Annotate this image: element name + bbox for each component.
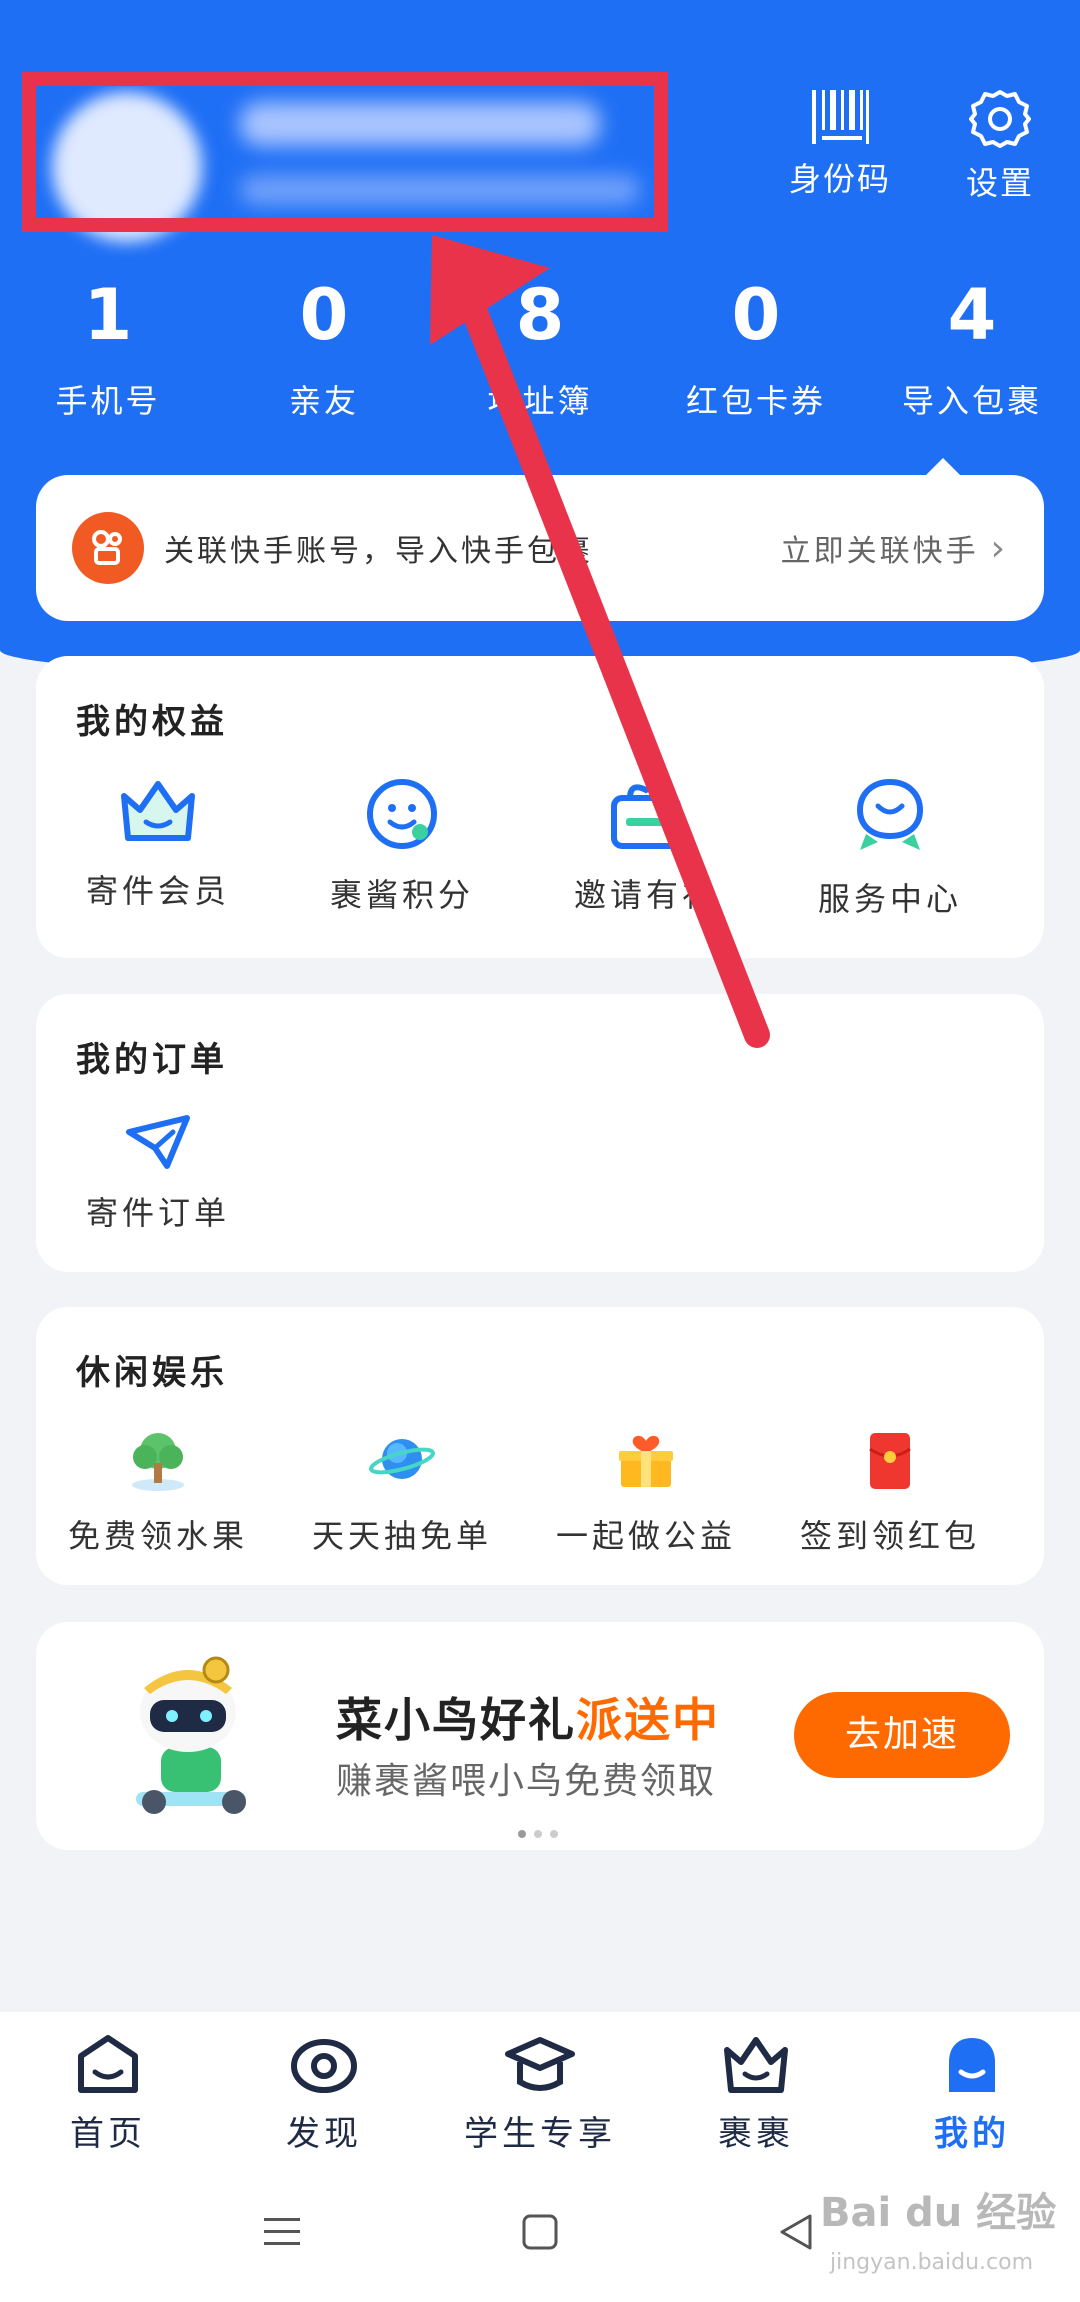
leisure-card: 休闲娱乐 免费领水果 天天抽免单 一起做公益 签到领红包: [36, 1307, 1044, 1585]
leisure-grid: 免费领水果 天天抽免单 一起做公益 签到领红包: [36, 1427, 1044, 1557]
stat-label: 红包卡券: [685, 382, 826, 420]
rights-item-service[interactable]: 服务中心: [768, 776, 1012, 920]
carousel-dot[interactable]: [550, 1830, 558, 1838]
leisure-item-lottery[interactable]: 天天抽免单: [280, 1427, 524, 1557]
link-action-label: 立即关联快手: [780, 534, 979, 569]
annotation-highlight-box: [22, 72, 668, 232]
link-kuaishou-action[interactable]: 立即关联快手 ›: [781, 526, 1008, 570]
orders-grid: 寄件订单: [36, 1114, 1044, 1234]
rights-item-points[interactable]: 裹酱积分: [280, 776, 524, 920]
grid-label: 一起做公益: [555, 1517, 736, 1555]
gift-icon: [611, 784, 681, 849]
leisure-item-charity[interactable]: 一起做公益: [524, 1427, 768, 1557]
graduation-cap-icon: [505, 2037, 575, 2091]
leisure-item-fruit[interactable]: 免费领水果: [36, 1427, 280, 1557]
stat-address-book[interactable]: 8 地址簿: [432, 270, 648, 450]
banner-title: 菜小鸟好礼派送中: [336, 1684, 720, 1750]
grid-label: 裹酱积分: [329, 876, 474, 914]
tab-mine[interactable]: 我的: [864, 2012, 1080, 2182]
send-icon: [126, 1115, 190, 1169]
home-button-icon[interactable]: [520, 2212, 560, 2252]
stat-label: 亲友: [288, 382, 359, 420]
tab-label: 裹裹: [718, 2114, 794, 2154]
stat-label: 导入包裹: [901, 382, 1042, 420]
tab-label: 首页: [70, 2114, 146, 2154]
red-envelope-icon: [869, 1433, 911, 1489]
link-card-text: 关联快手账号，导入快手包裹: [164, 534, 593, 569]
settings-button[interactable]: 设置: [940, 88, 1060, 204]
bottom-tab-bar: 首页 发现 学生专享 裹裹 我的: [0, 2012, 1080, 2182]
stat-value: 1: [83, 274, 133, 356]
stat-import-packages[interactable]: 4 导入包裹: [864, 270, 1080, 450]
menu-icon[interactable]: [262, 2212, 302, 2252]
tab-home[interactable]: 首页: [0, 2012, 216, 2182]
carousel-dots: [518, 1830, 558, 1838]
home-icon: [78, 2035, 138, 2093]
stats-row: 1 手机号 0 亲友 8 地址簿 0 红包卡券 4 导入包裹: [0, 270, 1080, 450]
banner-title-main: 菜小鸟好礼: [336, 1693, 576, 1747]
tab-label: 发现: [286, 2114, 362, 2154]
robot-bird-illustration: [136, 1656, 246, 1814]
grid-label: 天天抽免单: [311, 1517, 492, 1555]
settings-label: 设置: [965, 164, 1034, 202]
stat-coupons[interactable]: 0 红包卡券: [648, 270, 864, 450]
tab-label: 学生专享: [464, 2114, 616, 2154]
user-icon: [949, 2038, 995, 2092]
stat-label: 地址簿: [487, 382, 593, 420]
service-icon: [856, 778, 924, 850]
identity-code-label: 身份码: [788, 160, 891, 198]
grid-label: 邀请有礼: [573, 876, 718, 914]
section-title: 我的订单: [76, 1040, 228, 1080]
eye-icon: [291, 2039, 357, 2093]
rights-item-member[interactable]: 寄件会员: [36, 776, 280, 920]
leisure-item-red-envelope[interactable]: 签到领红包: [768, 1427, 1012, 1557]
tab-label: 我的: [934, 2114, 1010, 2154]
tab-guoguo[interactable]: 裹裹: [648, 2012, 864, 2182]
rights-item-invite[interactable]: 邀请有礼: [524, 776, 768, 920]
my-orders-card: 我的订单 寄件订单: [36, 994, 1044, 1272]
section-title: 我的权益: [76, 702, 228, 742]
stat-value: 4: [947, 274, 997, 356]
grid-label: 签到领红包: [799, 1517, 980, 1555]
stat-value: 0: [299, 274, 349, 356]
charity-box-icon: [619, 1435, 673, 1487]
identity-code-button[interactable]: 身份码: [780, 88, 900, 200]
rights-grid: 寄件会员 裹酱积分 邀请有礼 服务中心: [36, 776, 1044, 920]
stat-family[interactable]: 0 亲友: [216, 270, 432, 450]
crown-icon: [724, 2037, 788, 2093]
grid-label: 免费领水果: [67, 1517, 248, 1555]
gear-icon: [969, 90, 1031, 148]
smiley-icon: [367, 779, 437, 849]
accelerate-button[interactable]: 去加速: [794, 1692, 1010, 1778]
promo-banner[interactable]: 菜小鸟好礼派送中 赚裹酱喂小鸟免费领取 去加速: [36, 1622, 1044, 1850]
card-pointer: [925, 458, 961, 476]
banner-title-highlight: 派送中: [576, 1693, 720, 1747]
chevron-right-icon: ›: [990, 527, 1008, 569]
stat-value: 8: [515, 274, 565, 356]
grid-label: 服务中心: [817, 880, 962, 918]
tree-icon: [132, 1433, 184, 1491]
kuaishou-icon: [72, 512, 144, 584]
link-kuaishou-card[interactable]: 关联快手账号，导入快手包裹 立即关联快手 ›: [36, 475, 1044, 621]
my-rights-card: 我的权益 寄件会员 裹酱积分 邀请有礼 服务中心: [36, 656, 1044, 958]
section-title: 休闲娱乐: [76, 1353, 228, 1393]
stat-label: 手机号: [55, 382, 161, 420]
watermark-logo: Bai du 经验: [820, 2190, 1057, 2236]
watermark-url: jingyan.baidu.com: [830, 2250, 1034, 2275]
stat-value: 0: [731, 274, 781, 356]
orders-item-sent[interactable]: 寄件订单: [36, 1114, 280, 1234]
carousel-dot[interactable]: [534, 1830, 542, 1838]
back-icon[interactable]: [776, 2212, 816, 2252]
barcode-icon: [812, 90, 869, 144]
stat-phone[interactable]: 1 手机号: [0, 270, 216, 450]
crown-icon: [121, 781, 195, 841]
grid-label: 寄件会员: [85, 872, 230, 910]
carousel-dot[interactable]: [518, 1830, 526, 1838]
grid-label: 寄件订单: [85, 1194, 230, 1232]
tab-discover[interactable]: 发现: [216, 2012, 432, 2182]
planet-icon: [369, 1439, 435, 1479]
banner-subtitle: 赚裹酱喂小鸟免费领取: [336, 1761, 717, 1802]
tab-student[interactable]: 学生专享: [432, 2012, 648, 2182]
